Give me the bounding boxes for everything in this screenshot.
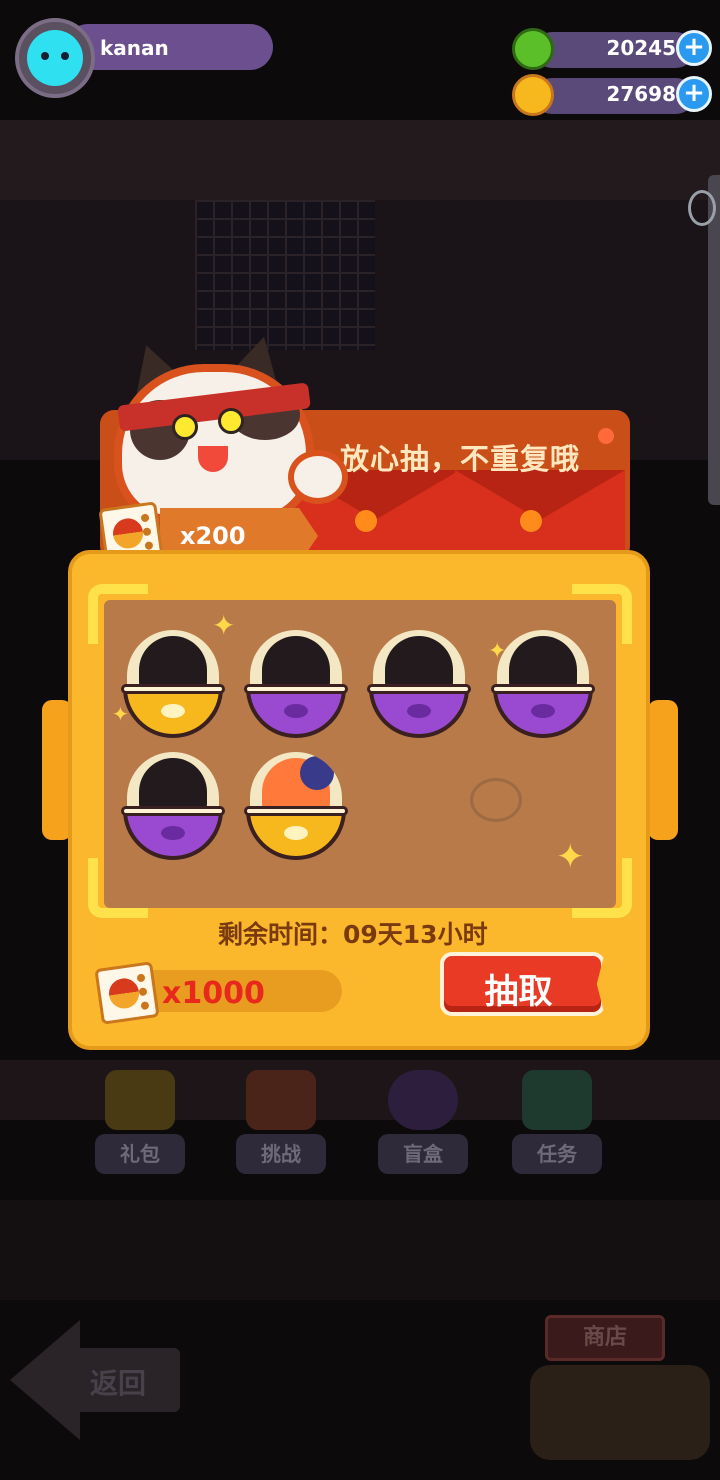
frame-corner xyxy=(88,858,148,918)
capsule-rim xyxy=(367,684,471,694)
gift-icon xyxy=(105,1070,175,1130)
capsule-dome xyxy=(497,630,589,690)
capsule-dome xyxy=(127,752,219,812)
fish-icon xyxy=(531,704,555,718)
nav-item-gift[interactable]: 礼包 xyxy=(95,1070,185,1180)
capsule-dome xyxy=(373,630,465,690)
background-roof xyxy=(0,120,720,200)
side-drawer-handle-icon[interactable] xyxy=(688,190,716,226)
cat-eye-left xyxy=(172,414,198,440)
currency-gold-planet: 27698 + xyxy=(512,74,712,116)
fish-icon xyxy=(284,704,308,718)
clipboard-icon xyxy=(522,1070,592,1130)
ticket-balance: x1000 xyxy=(162,976,265,1011)
background-window xyxy=(195,200,375,350)
avatar-eye-right xyxy=(61,52,69,60)
panel-side-tab-right xyxy=(648,700,678,840)
capsule-1[interactable] xyxy=(121,630,225,740)
ticket-notch xyxy=(142,527,152,537)
fish-icon xyxy=(407,704,431,718)
add-gold-planet-button[interactable]: + xyxy=(676,76,712,112)
avatar-eye-left xyxy=(41,52,49,60)
capsule-dome xyxy=(127,630,219,690)
green-coin-amount: 20245 xyxy=(606,36,676,60)
remaining-time: 剩余时间：09天13小时 xyxy=(218,920,488,949)
hidden-figure-silhouette xyxy=(262,636,330,690)
capsule-dome xyxy=(250,630,342,690)
green-coin-icon xyxy=(512,28,554,70)
capsule-rim xyxy=(491,684,595,694)
fish-icon xyxy=(284,826,308,840)
back-button[interactable]: 返回 xyxy=(10,1320,180,1440)
capsule-rim xyxy=(121,806,225,816)
gold-planet-icon xyxy=(512,74,554,116)
ticket-balance-icon xyxy=(94,961,160,1025)
draw-button[interactable]: 抽取 xyxy=(440,952,605,1016)
nav-label: 盲盒 xyxy=(378,1134,468,1174)
tv-icon xyxy=(246,1070,316,1130)
fish-icon xyxy=(161,704,185,718)
nav-item-tasks[interactable]: 任务 xyxy=(512,1070,602,1180)
background-floor xyxy=(0,1200,720,1300)
shop-sign[interactable]: 商店 xyxy=(545,1315,665,1361)
player-name-pill xyxy=(65,24,273,70)
nav-label: 挑战 xyxy=(236,1134,326,1174)
capsule-4[interactable] xyxy=(491,630,595,740)
nav-item-challenge[interactable]: 挑战 xyxy=(236,1070,326,1180)
side-drawer-tab[interactable] xyxy=(708,175,720,505)
ticket-capsule-icon xyxy=(111,516,145,551)
nav-item-blind-box[interactable]: 盲盒 xyxy=(378,1070,468,1180)
hidden-figure-silhouette xyxy=(385,636,453,690)
cat-eye-right xyxy=(218,408,244,434)
flower-decoration xyxy=(355,510,377,532)
player-name: kanan xyxy=(100,36,169,60)
add-green-coin-button[interactable]: + xyxy=(676,30,712,66)
capsule-rim xyxy=(244,684,348,694)
capsule-6[interactable] xyxy=(244,752,348,862)
ticket-notch xyxy=(138,987,148,997)
capsule-2[interactable] xyxy=(244,630,348,740)
draw-button-label: 抽取 xyxy=(484,972,553,1012)
popup-slogan: 放心抽，不重复哦 xyxy=(340,442,581,476)
nav-label: 礼包 xyxy=(95,1134,185,1174)
mascot-cat xyxy=(100,329,350,530)
cost-per-draw: x200 xyxy=(180,522,246,550)
ticket-notch xyxy=(140,1001,150,1011)
currency-green-coin: 20245 + xyxy=(512,28,712,70)
gold-planet-amount: 27698 xyxy=(606,82,676,106)
cat-paw xyxy=(288,450,348,504)
empty-slot-cookie-icon xyxy=(470,778,522,822)
capsule-5[interactable] xyxy=(121,752,225,862)
hidden-figure-silhouette xyxy=(139,758,207,812)
capsule-rim xyxy=(121,684,225,694)
ticket-capsule-icon xyxy=(107,976,141,1011)
nav-label: 任务 xyxy=(512,1134,602,1174)
revealed-figure-companion xyxy=(300,756,334,790)
blind-box-icon xyxy=(388,1070,458,1130)
capsule-3[interactable] xyxy=(367,630,471,740)
back-button-label: 返回 xyxy=(90,1367,147,1400)
ticket-notch xyxy=(144,541,154,551)
shop-cart-icon[interactable] xyxy=(530,1365,710,1460)
ticket-notch xyxy=(136,973,146,983)
capsule-dome xyxy=(250,752,342,812)
header-dot-decoration xyxy=(598,428,614,444)
hidden-figure-silhouette xyxy=(139,636,207,690)
capsule-rim xyxy=(244,806,348,816)
ticket-notch xyxy=(140,513,150,523)
fish-icon xyxy=(161,826,185,840)
hidden-figure-silhouette xyxy=(509,636,577,690)
flower-decoration xyxy=(520,510,542,532)
sparkle-icon: ✦ xyxy=(556,837,585,877)
cat-avatar-icon xyxy=(27,30,83,86)
